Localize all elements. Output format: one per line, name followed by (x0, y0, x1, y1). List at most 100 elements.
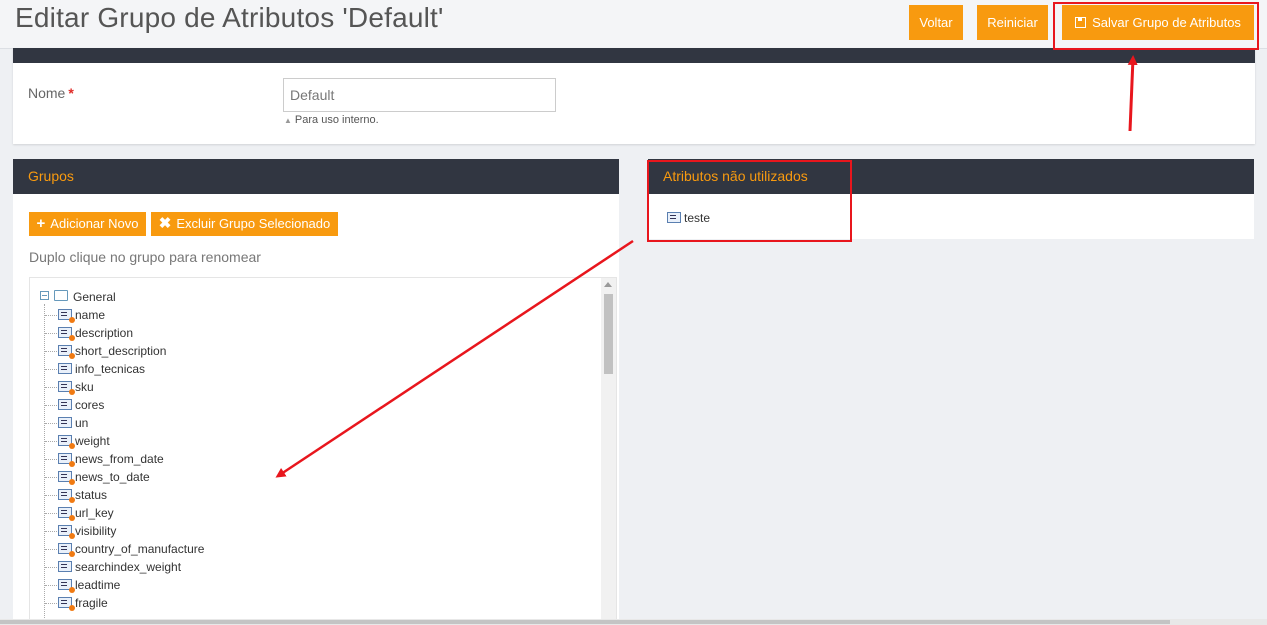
attribute-icon (58, 579, 75, 593)
tree-branch-line (45, 603, 57, 604)
attribute-icon (58, 471, 75, 485)
tree-branch-line (45, 369, 57, 370)
tree-attribute-item[interactable]: status (45, 486, 108, 504)
tree-branch-line (45, 405, 57, 406)
floppy-disk-icon (1075, 17, 1087, 28)
tree-branch-line (45, 549, 57, 550)
reset-button[interactable]: Reiniciar (977, 5, 1048, 40)
tree-attribute-label: status (75, 488, 108, 502)
tree-group-general[interactable]: General (40, 288, 116, 306)
tree-branch-line (45, 423, 57, 424)
name-label: Nome * (28, 85, 74, 101)
name-section: Nome* ▲Para uso interno. (13, 48, 1255, 144)
collapse-icon[interactable] (40, 291, 49, 300)
tree-attribute-item[interactable]: info_tecnicas (45, 360, 146, 378)
attribute-icon (58, 435, 75, 449)
unused-attribute-label: teste (684, 211, 711, 225)
tree-attribute-label: un (75, 416, 89, 430)
tree-branch-line (45, 351, 57, 352)
required-mark: * (68, 85, 74, 101)
tree-attribute-item[interactable]: un (45, 414, 89, 432)
attribute-icon (58, 525, 75, 539)
attribute-icon (58, 543, 75, 557)
tree-attribute-label: info_tecnicas (75, 362, 146, 376)
attribute-icon (58, 453, 75, 467)
add-group-label: Adicionar Novo (50, 216, 139, 231)
tree-branch-line (45, 495, 57, 496)
tree-attribute-item[interactable]: sku (45, 378, 94, 396)
tree-attribute-label: sku (75, 380, 94, 394)
tree-attribute-item[interactable]: weight (45, 432, 110, 450)
attribute-icon (58, 489, 75, 503)
scroll-up-icon[interactable] (604, 282, 612, 287)
tree-attribute-label: news_from_date (75, 452, 164, 466)
section-header-strip (13, 48, 1255, 63)
scrollbar-thumb[interactable] (604, 294, 613, 374)
unused-panel-title: Atributos não utilizados (648, 159, 1254, 194)
unused-attribute-item[interactable]: teste (667, 211, 710, 225)
tree-branch-line (45, 459, 57, 460)
attribute-icon (58, 561, 72, 572)
unused-attributes-panel: Atributos não utilizados teste (648, 159, 1254, 239)
attribute-icon (667, 212, 681, 223)
back-button[interactable]: Voltar (909, 5, 963, 40)
name-input[interactable] (283, 78, 556, 112)
tree-attribute-label: visibility (75, 524, 117, 538)
tree-attribute-item[interactable]: short_description (45, 342, 167, 360)
save-button-label: Salvar Grupo de Atributos (1092, 15, 1241, 30)
groups-panel: Grupos + Adicionar Novo ✖ Excluir Grupo Se… (13, 159, 619, 625)
tree-attribute-item[interactable]: news_to_date (45, 468, 150, 486)
tree-attribute-item[interactable]: url_key (45, 504, 114, 522)
tree-branch-line (45, 567, 57, 568)
save-attribute-set-button[interactable]: Salvar Grupo de Atributos (1062, 5, 1254, 40)
tree-attribute-item[interactable]: searchindex_weight (45, 558, 182, 576)
rename-hint: Duplo clique no grupo para renomear (29, 249, 261, 265)
tree-attribute-label: fragile (75, 596, 108, 610)
tree-branch-line (45, 441, 57, 442)
tree-branch-line (45, 513, 57, 514)
folder-open-icon (54, 290, 68, 301)
tree-attribute-item[interactable]: description (45, 324, 134, 342)
attribute-icon (58, 345, 75, 359)
name-label-text: Nome (28, 85, 66, 101)
tree-guide-line (44, 304, 45, 624)
attribute-icon (58, 417, 72, 428)
tree-attribute-label: cores (75, 398, 105, 412)
tree-attribute-item[interactable]: visibility (45, 522, 117, 540)
tree-scrollbar[interactable] (601, 278, 616, 624)
name-note: ▲ Para uso interno. (284, 114, 379, 126)
tree-group-label: General (73, 290, 116, 304)
delete-group-button[interactable]: ✖ Excluir Grupo Selecionado (151, 212, 338, 236)
tree-branch-line (45, 531, 57, 532)
attribute-icon (58, 597, 75, 611)
tree-attribute-label: description (75, 326, 134, 340)
tree-branch-line (45, 333, 57, 334)
tree-attribute-item[interactable]: news_from_date (45, 450, 164, 468)
tree-attribute-item[interactable]: country_of_manufacture (45, 540, 205, 558)
horizontal-scrollbar[interactable] (0, 619, 1267, 625)
tree-attribute-label: weight (75, 434, 110, 448)
horizontal-scrollbar-thumb[interactable] (0, 620, 1170, 624)
tree-attribute-label: url_key (75, 506, 114, 520)
tree-branch-line (45, 315, 57, 316)
tree-branch-line (45, 477, 57, 478)
tree-attribute-label: leadtime (75, 578, 121, 592)
tree-branch-line (45, 387, 57, 388)
delete-group-label: Excluir Grupo Selecionado (176, 216, 331, 231)
attribute-icon (58, 507, 75, 521)
tree-attribute-item[interactable]: fragile (45, 594, 108, 612)
tree-attribute-item[interactable]: name (45, 306, 105, 324)
tree-attribute-item[interactable]: cores (45, 396, 105, 414)
tree-attribute-label: short_description (75, 344, 167, 358)
tree-attribute-item[interactable]: leadtime (45, 576, 121, 594)
tree-branch-line (45, 585, 57, 586)
add-group-button[interactable]: + Adicionar Novo (29, 212, 146, 236)
tree-attribute-label: news_to_date (75, 470, 150, 484)
page-title: Editar Grupo de Atributos 'Default' (15, 2, 444, 33)
tree-attribute-label: country_of_manufacture (75, 542, 205, 556)
tree-attribute-label: searchindex_weight (75, 560, 182, 574)
attribute-icon (58, 399, 72, 410)
attribute-icon (58, 363, 72, 374)
name-note-text: Para uso interno. (294, 114, 379, 126)
close-icon: ✖ (158, 215, 172, 232)
